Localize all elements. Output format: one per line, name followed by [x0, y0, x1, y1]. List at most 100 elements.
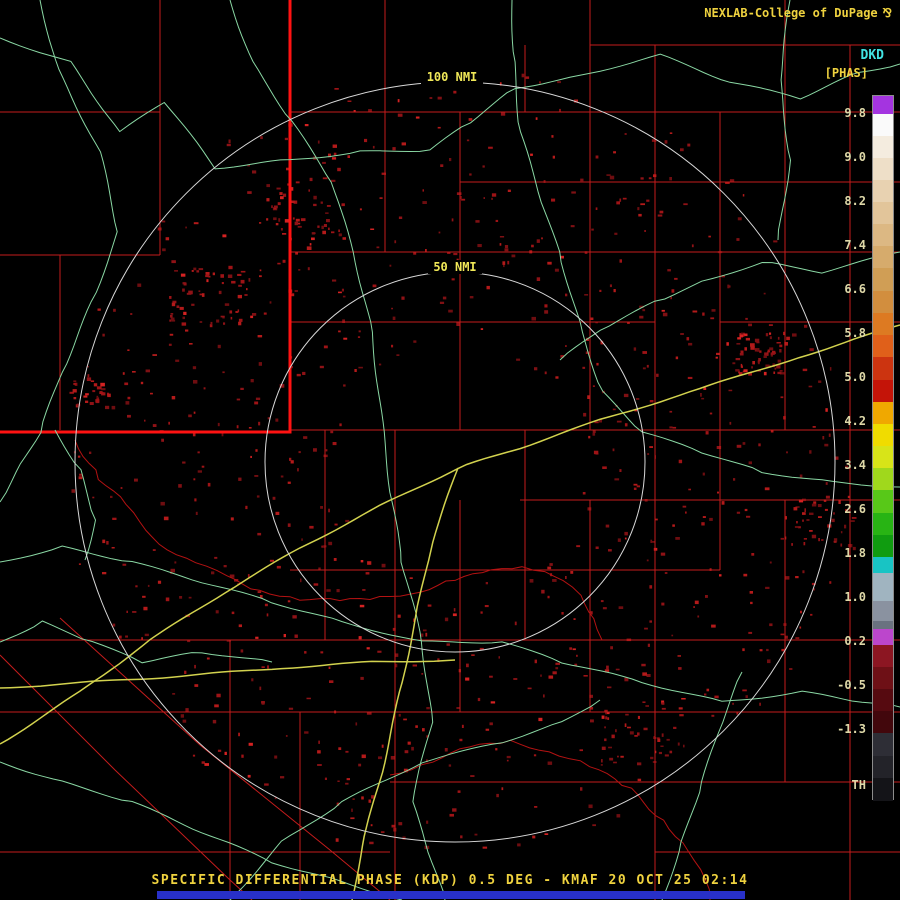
color-scale-bar — [872, 95, 894, 801]
radar-echo — [717, 491, 719, 494]
radar-echo — [624, 133, 627, 135]
radar-echo — [491, 193, 497, 197]
radar-echo — [702, 516, 706, 518]
radar-echo — [231, 280, 236, 284]
radar-echo — [273, 217, 277, 221]
radar-echo — [283, 634, 286, 638]
radar-echo — [73, 382, 77, 385]
radar-echo — [742, 442, 746, 445]
radar-echo — [377, 650, 382, 653]
radar-echo — [729, 421, 732, 425]
radar-echo — [769, 336, 772, 340]
radar-echo — [187, 640, 191, 643]
radar-echo — [194, 684, 199, 687]
status-underline-bar — [157, 891, 745, 899]
radar-echo — [307, 267, 310, 271]
scale-tick-label: 6.6 — [844, 282, 866, 296]
radar-echo — [203, 387, 206, 390]
radar-echo — [673, 726, 677, 729]
radar-echo — [145, 369, 150, 373]
radar-echo — [368, 799, 371, 803]
radar-echo — [570, 571, 574, 574]
radar-echo — [636, 485, 640, 488]
radar-echo — [300, 218, 306, 222]
radar-echo — [661, 733, 664, 737]
radar-echo — [748, 323, 752, 327]
radar-echo — [680, 333, 684, 335]
radar-echo — [780, 396, 784, 399]
radar-echo — [793, 507, 798, 511]
radar-echo — [711, 714, 715, 717]
radar-echo — [686, 337, 690, 341]
radar-echo — [413, 340, 417, 343]
radar-echo — [691, 244, 694, 248]
radar-echo — [748, 461, 752, 465]
radar-echo — [646, 199, 650, 202]
radar-echo — [172, 693, 176, 695]
radar-echo — [218, 290, 222, 295]
radar-echo — [355, 722, 358, 726]
radar-echo — [548, 675, 554, 679]
radar-echo — [201, 293, 205, 297]
radar-echo — [742, 648, 745, 652]
brand-title: NEXLAB-College of DuPage ⅋ — [704, 6, 892, 20]
radar-echo — [769, 623, 773, 627]
radar-echo — [624, 537, 627, 540]
radar-echo — [259, 686, 262, 691]
radar-echo — [735, 369, 740, 372]
state-border — [0, 0, 292, 434]
radar-echo — [437, 96, 442, 100]
radar-echo — [608, 746, 612, 749]
color-scale-segment — [873, 114, 893, 136]
radar-echo — [366, 647, 370, 650]
units-label: [PHAS] — [824, 66, 868, 80]
radar-echo — [102, 572, 107, 575]
radar-echo — [656, 373, 659, 377]
radar-echo — [773, 371, 776, 374]
radar-echo — [743, 369, 748, 373]
radar-echo — [609, 175, 615, 180]
radar-echo — [313, 195, 317, 200]
radar-echo — [529, 579, 534, 583]
color-scale-segment — [873, 689, 893, 711]
radar-echo — [727, 284, 730, 289]
radar-echo — [332, 144, 337, 148]
radar-echo — [774, 367, 777, 370]
scale-tick-label: 9.8 — [844, 106, 866, 120]
radar-echo — [90, 380, 95, 382]
color-scale-segment — [873, 446, 893, 468]
radar-echo — [392, 147, 396, 151]
radar-echo — [359, 604, 365, 608]
radar-echo — [657, 737, 660, 739]
radar-echo — [576, 654, 578, 657]
radar-echo — [395, 653, 399, 657]
radar-echo — [319, 365, 324, 369]
radar-echo — [323, 345, 328, 349]
county-line — [0, 654, 253, 900]
radar-echo — [637, 207, 640, 211]
radar-echo — [83, 395, 88, 398]
scale-tick-label: 3.4 — [844, 458, 866, 472]
radar-echo — [642, 672, 647, 676]
radar-echo — [661, 707, 666, 710]
radar-echo — [181, 322, 187, 326]
radar-echo — [777, 371, 782, 375]
radar-echo — [582, 492, 586, 495]
radar-echo — [184, 670, 187, 674]
radar-echo — [633, 487, 637, 490]
radar-echo — [649, 446, 653, 448]
radar-echo — [320, 506, 323, 509]
radar-echo — [326, 219, 330, 223]
radar-echo — [640, 177, 644, 180]
radar-echo — [732, 362, 736, 365]
radar-echo — [490, 701, 496, 704]
radar-echo — [446, 643, 450, 646]
radar-echo — [113, 308, 116, 312]
radar-echo — [345, 782, 349, 785]
radar-echo — [694, 600, 699, 605]
radar-echo — [132, 371, 136, 373]
range-ring — [264, 271, 646, 653]
yellow-highway — [351, 467, 459, 900]
radar-echo — [279, 192, 283, 195]
radar-echo — [192, 366, 197, 370]
